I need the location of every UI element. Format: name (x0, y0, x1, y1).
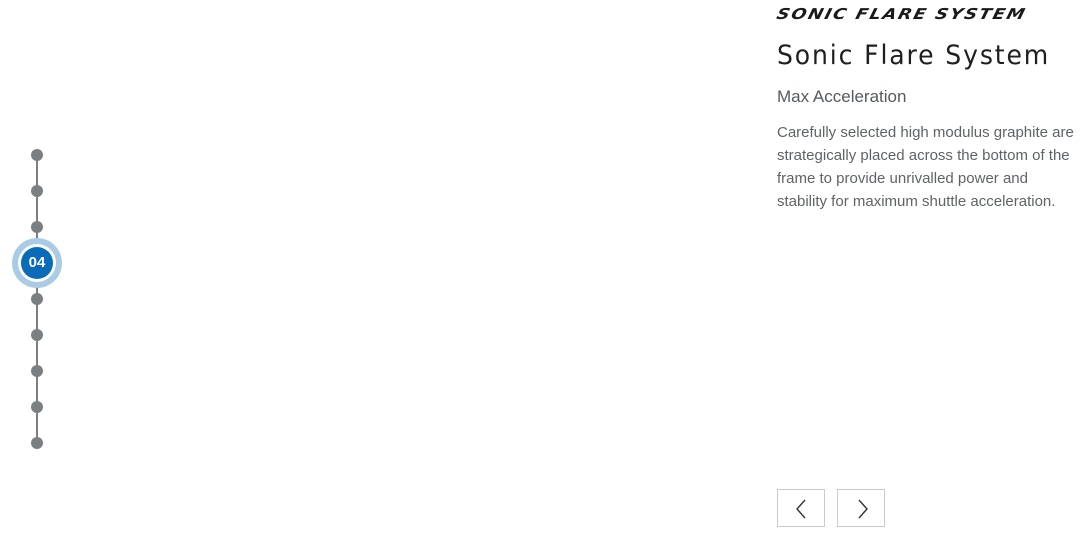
chevron-right-icon (858, 499, 868, 519)
feature-title: Sonic Flare System (777, 40, 1051, 71)
page: 04 SONIC FLARE SYSTEM Sonic Flare System… (0, 0, 1086, 537)
next-button[interactable] (837, 489, 885, 527)
timeline-step-8[interactable] (31, 401, 43, 413)
timeline-step-1[interactable] (31, 149, 43, 161)
timeline-active-number: 04 (21, 247, 53, 279)
timeline-step-5[interactable] (31, 293, 43, 305)
timeline-step-2[interactable] (31, 185, 43, 197)
feature-description: Carefully selected high modulus graphite… (777, 124, 1074, 210)
feature-logo: SONIC FLARE SYSTEM (774, 5, 1029, 23)
timeline-step-9[interactable] (31, 437, 43, 449)
timeline: 04 (0, 0, 80, 537)
timeline-step-3[interactable] (31, 221, 43, 233)
chevron-left-icon (796, 499, 806, 519)
timeline-step-6[interactable] (31, 329, 43, 341)
prev-button[interactable] (777, 489, 825, 527)
timeline-step-active[interactable]: 04 (12, 238, 62, 288)
timeline-step-7[interactable] (31, 365, 43, 377)
feature-subtitle: Max Acceleration (777, 87, 907, 106)
